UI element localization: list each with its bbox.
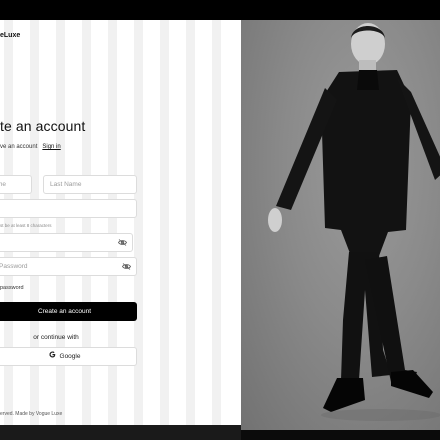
last-name-input[interactable]: Last Name xyxy=(43,175,137,194)
google-icon xyxy=(49,348,56,365)
password-input[interactable]: l xyxy=(0,233,133,252)
page-title: te an account xyxy=(0,118,86,134)
first-name-input[interactable]: me xyxy=(0,175,32,194)
confirm-password-input[interactable]: Password xyxy=(0,257,137,276)
bottom-bar-right xyxy=(241,430,440,440)
eye-off-icon[interactable] xyxy=(118,239,127,246)
brand-logo[interactable]: eLuxe xyxy=(0,32,20,39)
google-button[interactable]: Google xyxy=(0,347,137,366)
signin-prompt-text: ve an account xyxy=(0,144,38,150)
model-illustration xyxy=(268,23,440,421)
eye-off-icon[interactable] xyxy=(122,263,131,270)
create-account-button[interactable]: Create an account xyxy=(0,302,137,321)
google-button-label: Google xyxy=(59,353,81,361)
password-hint: st be at least 8 characters xyxy=(0,223,52,228)
email-input[interactable] xyxy=(0,199,137,218)
signin-link[interactable]: Sign in xyxy=(42,144,60,150)
hero-photo xyxy=(241,20,440,430)
remember-label[interactable]: password xyxy=(0,285,24,291)
divider-text: or continue with xyxy=(33,334,79,341)
footer-text: erved. Made by Vogue Luxe xyxy=(0,411,63,417)
signin-prompt: ve an account Sign in xyxy=(0,144,61,150)
signup-panel: eLuxe te an account ve an account Sign in… xyxy=(0,20,241,425)
top-bar xyxy=(0,0,440,20)
bottom-bar xyxy=(0,425,241,440)
